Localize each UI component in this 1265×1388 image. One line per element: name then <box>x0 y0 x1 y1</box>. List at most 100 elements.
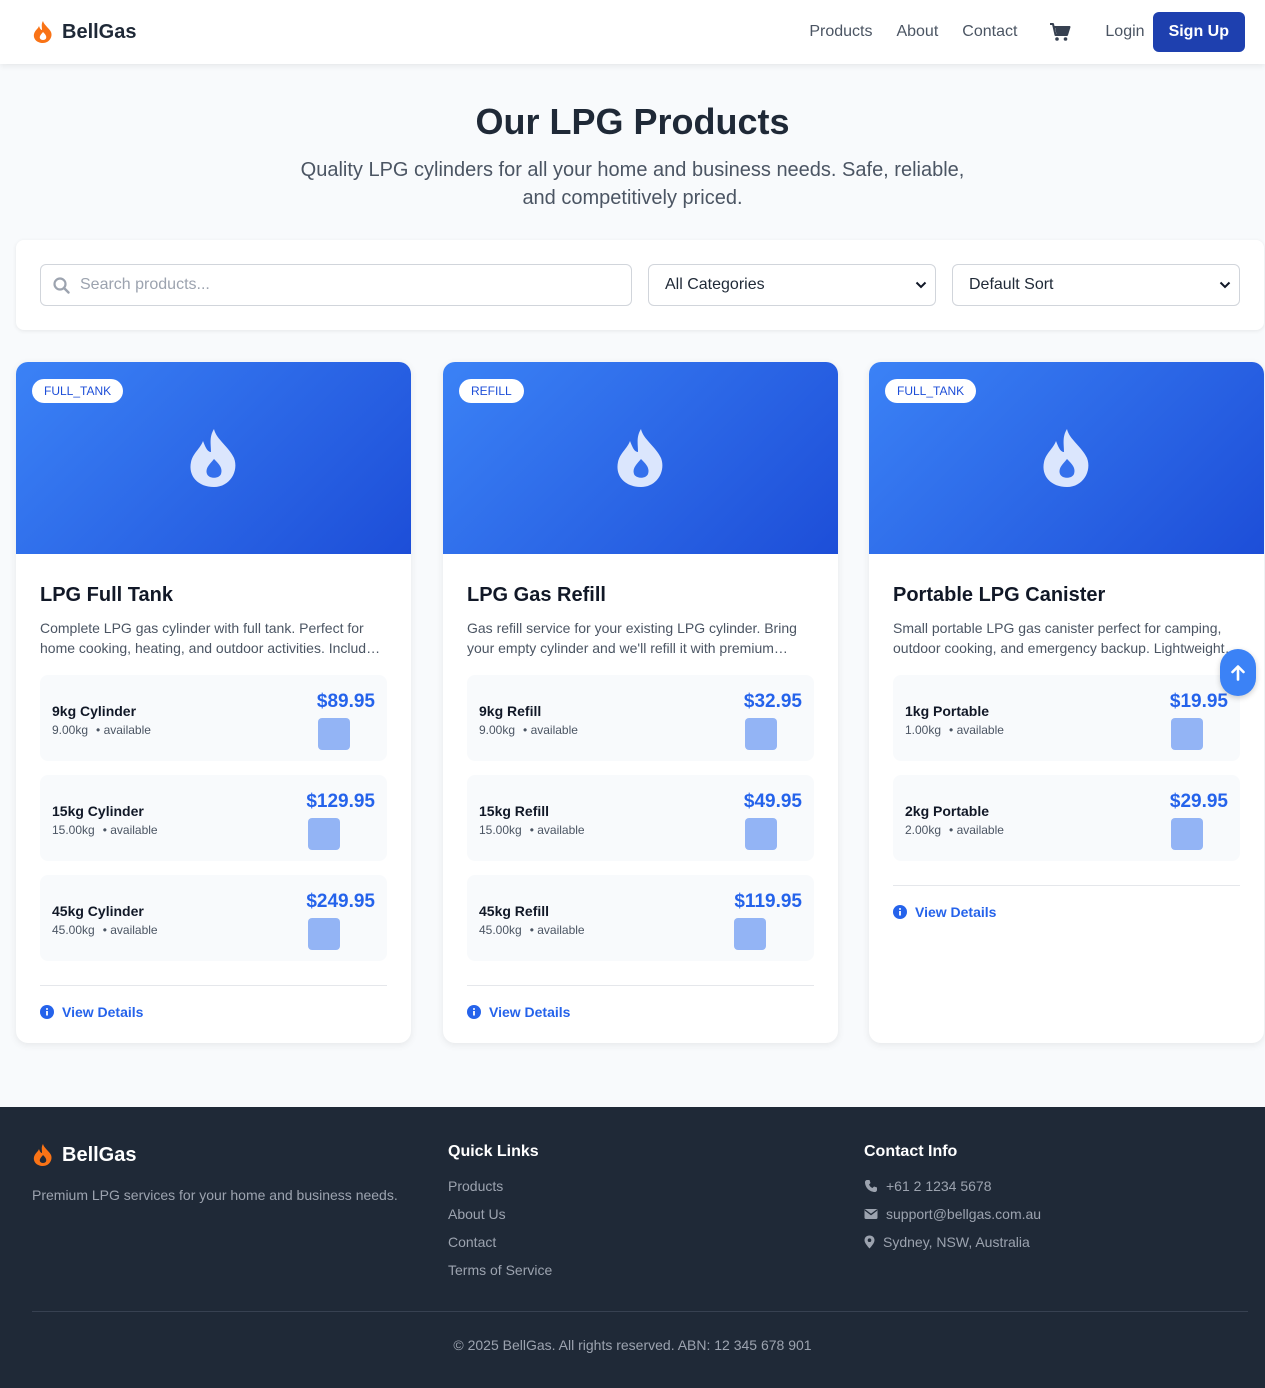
cart-button[interactable] <box>1049 22 1071 42</box>
variant-price: $249.95 <box>306 891 375 912</box>
nav-products[interactable]: Products <box>809 23 872 41</box>
add-to-cart-button[interactable] <box>308 818 340 850</box>
product-card: FULL_TANK Portable LPG Canister Small po… <box>869 362 1264 1043</box>
fire-icon <box>33 1144 52 1166</box>
product-title: Portable LPG Canister <box>893 584 1106 606</box>
variant-weight: 15.00kg <box>479 823 522 837</box>
category-badge: FULL_TANK <box>885 379 977 403</box>
footer-link-contact[interactable]: Contact <box>448 1233 552 1251</box>
fire-icon <box>1042 429 1088 487</box>
footer-link-products[interactable]: Products <box>448 1177 552 1195</box>
fire-icon <box>189 429 235 487</box>
footer-contact-column: Contact Info +61 2 1234 5678 support@bel… <box>864 1143 1041 1251</box>
variant-row: 1kg Portable 1.00kg • available $19.95 <box>893 675 1240 761</box>
variant-row: 45kg Refill 45.00kg • available $119.95 <box>467 875 814 961</box>
brand-name: BellGas <box>62 20 137 43</box>
category-select-value: All Categories <box>665 276 765 293</box>
info-icon <box>893 905 907 919</box>
variant-name: 2kg Portable <box>905 803 990 819</box>
map-pin-icon <box>864 1235 875 1249</box>
info-icon <box>40 1005 54 1019</box>
variant-name: 15kg Refill <box>479 803 550 819</box>
product-card: REFILL LPG Gas Refill Gas refill service… <box>443 362 838 1043</box>
footer-address-text: Sydney, NSW, Australia <box>883 1234 1030 1250</box>
signup-button[interactable]: Sign Up <box>1152 12 1245 52</box>
variant-name: 45kg Refill <box>479 903 550 919</box>
footer-tagline: Premium LPG services for your home and b… <box>32 1187 398 1203</box>
variant-price: $19.95 <box>1169 691 1228 712</box>
hero-section: Our LPG Products Quality LPG cylinders f… <box>0 64 1265 212</box>
variant-name: 45kg Cylinder <box>52 903 144 919</box>
view-details-label: View Details <box>62 1004 144 1020</box>
view-details-link[interactable]: View Details <box>893 885 1240 920</box>
site-footer: BellGas Premium LPG services for your ho… <box>0 1107 1265 1388</box>
phone-icon <box>865 1180 877 1192</box>
fire-icon <box>616 429 662 487</box>
top-navbar: BellGas Products About Contact Login Sig… <box>0 0 1265 64</box>
variant-name: 15kg Cylinder <box>52 803 144 819</box>
envelope-icon <box>864 1209 878 1219</box>
variant-status: • available <box>949 723 1004 737</box>
arrow-up-icon <box>1231 664 1245 681</box>
sort-select[interactable]: Default Sort <box>952 264 1240 306</box>
variant-row: 45kg Cylinder 45.00kg • available $249.95 <box>40 875 387 961</box>
nav-about[interactable]: About <box>896 23 938 41</box>
variant-row: 15kg Refill 15.00kg • available $49.95 <box>467 775 814 861</box>
variant-name: 1kg Portable <box>905 703 990 719</box>
footer-links-heading: Quick Links <box>448 1143 539 1160</box>
footer-contact-heading: Contact Info <box>864 1143 958 1160</box>
add-to-cart-button[interactable] <box>318 718 350 750</box>
variant-price: $32.95 <box>743 691 802 712</box>
variant-status: • available <box>96 723 151 737</box>
footer-link-about[interactable]: About Us <box>448 1205 552 1223</box>
view-details-link[interactable]: View Details <box>40 985 387 1020</box>
add-to-cart-button[interactable] <box>745 818 777 850</box>
variant-row: 15kg Cylinder 15.00kg • available $129.95 <box>40 775 387 861</box>
add-to-cart-button[interactable] <box>1171 818 1203 850</box>
variant-meta: 45.00kg • available <box>479 923 585 937</box>
add-to-cart-button[interactable] <box>1171 718 1203 750</box>
view-details-label: View Details <box>915 904 997 920</box>
product-image: REFILL <box>443 362 838 554</box>
variant-status: • available <box>102 923 158 937</box>
login-link[interactable]: Login <box>1105 23 1144 41</box>
chevron-down-icon <box>1219 281 1231 289</box>
nav-contact[interactable]: Contact <box>962 23 1017 41</box>
footer-links-column: Quick Links Products About Us Contact Te… <box>448 1143 552 1279</box>
add-to-cart-button[interactable] <box>734 918 766 950</box>
footer-copyright: © 2025 BellGas. All rights reserved. ABN… <box>453 1337 812 1353</box>
page-subtitle: Quality LPG cylinders for all your home … <box>300 159 965 209</box>
scroll-to-top-button[interactable] <box>1220 649 1256 696</box>
product-title: LPG Gas Refill <box>467 584 606 606</box>
variant-price: $129.95 <box>306 791 375 812</box>
footer-email: support@bellgas.com.au <box>864 1205 1041 1223</box>
product-description: Gas refill service for your existing LPG… <box>467 620 797 656</box>
variant-price: $29.95 <box>1169 791 1228 812</box>
add-to-cart-button[interactable] <box>745 718 777 750</box>
variant-price: $89.95 <box>316 691 375 712</box>
view-details-link[interactable]: View Details <box>467 985 814 1020</box>
product-image: FULL_TANK <box>16 362 411 554</box>
product-description: Complete LPG gas cylinder with full tank… <box>40 620 381 656</box>
category-select[interactable]: All Categories <box>648 264 936 306</box>
variant-price: $49.95 <box>743 791 802 812</box>
footer-link-terms[interactable]: Terms of Service <box>448 1261 552 1279</box>
add-to-cart-button[interactable] <box>308 918 340 950</box>
variant-meta: 2.00kg • available <box>905 823 1004 837</box>
variant-status: • available <box>523 723 578 737</box>
variant-meta: 45.00kg • available <box>52 923 158 937</box>
search-icon <box>53 276 70 294</box>
variant-weight: 1.00kg <box>905 723 942 737</box>
product-description: Small portable LPG gas canister perfect … <box>893 620 1225 656</box>
main-nav: Products About Contact Login Sign Up <box>785 12 1245 52</box>
brand-logo[interactable]: BellGas <box>32 20 136 44</box>
variant-weight: 45.00kg <box>479 923 522 937</box>
page-title: Our LPG Products <box>475 101 790 142</box>
variant-meta: 1.00kg • available <box>905 723 1004 737</box>
filter-bar: Search products... All Categories Defaul… <box>16 240 1264 330</box>
footer-brand: BellGas <box>32 1143 398 1167</box>
variant-row: 2kg Portable 2.00kg • available $29.95 <box>893 775 1240 861</box>
search-input[interactable]: Search products... <box>40 264 632 306</box>
view-details-label: View Details <box>489 1004 571 1020</box>
variant-price: $119.95 <box>734 891 802 912</box>
